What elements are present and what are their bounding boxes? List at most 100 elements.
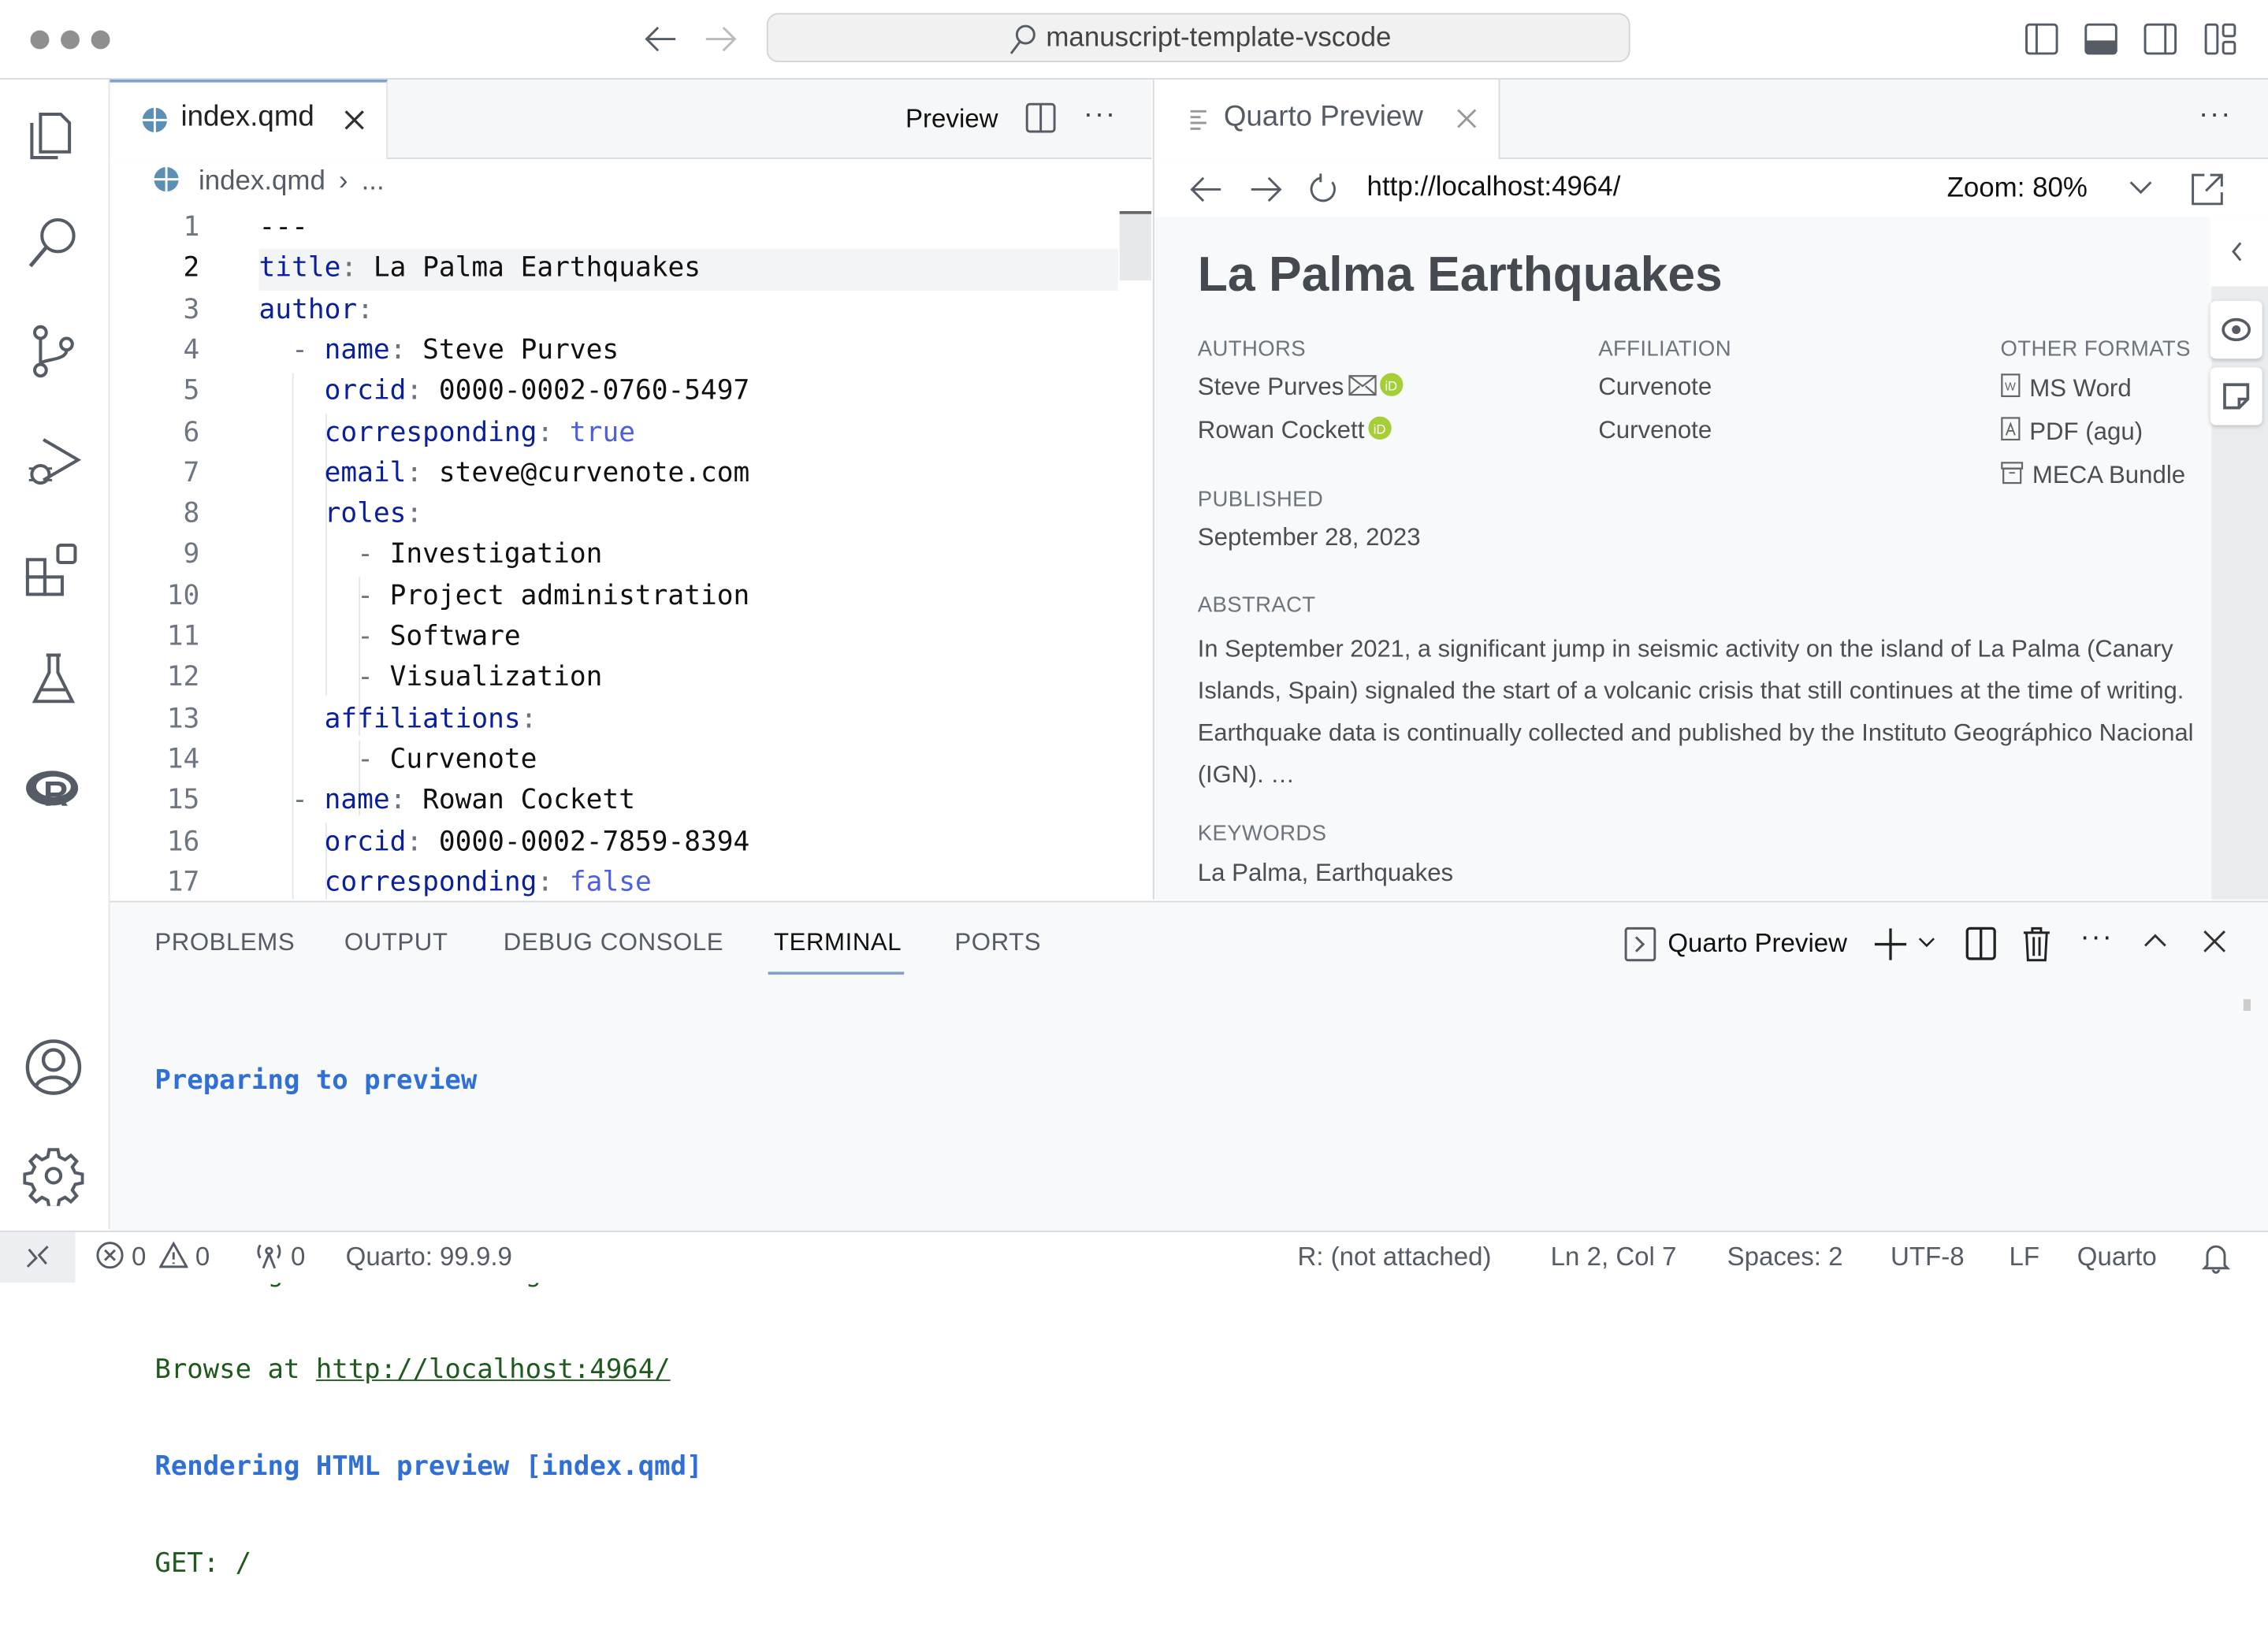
tab-debug-console[interactable]: DEBUG CONSOLE (504, 928, 723, 957)
code-line[interactable]: 2 title: La Palma Earthquakes (110, 249, 1107, 289)
close-window-button[interactable] (30, 30, 50, 50)
r-session-status[interactable]: R: (not attached) (1297, 1232, 1491, 1281)
orcid-icon[interactable]: iD (1368, 416, 1392, 440)
more-actions-icon[interactable]: ··· (2080, 921, 2113, 954)
maximize-window-button[interactable] (91, 30, 110, 50)
code-line[interactable]: 15 - name: Rowan Cockett (110, 782, 1107, 822)
more-actions-icon[interactable]: ··· (2199, 98, 2232, 132)
breadcrumb-symbol[interactable]: ... (362, 166, 385, 197)
minimize-window-button[interactable] (61, 30, 80, 50)
code-line[interactable]: 13 affiliations: (110, 700, 1107, 740)
line-number: 13 (166, 704, 200, 734)
yaml-key: title (258, 253, 341, 284)
r-language-icon[interactable]: R (23, 759, 84, 820)
split-editor-icon[interactable] (1025, 102, 1057, 134)
tab-problems[interactable]: PROBLEMS (154, 928, 295, 957)
back-arrow-icon[interactable] (1189, 175, 1224, 204)
tab-terminal[interactable]: TERMINAL (774, 928, 902, 957)
code-line[interactable]: 10 - Project administration (110, 577, 1107, 617)
accounts-icon[interactable] (23, 1037, 84, 1097)
remote-indicator[interactable] (0, 1231, 76, 1283)
close-tab-icon[interactable] (1456, 107, 1478, 130)
yaml-colon: : (357, 294, 374, 325)
notifications-bell-icon[interactable] (2201, 1242, 2231, 1274)
line-text: corresponding: false (259, 863, 652, 899)
testing-icon[interactable] (23, 649, 84, 710)
annotation-note-icon[interactable] (2210, 367, 2262, 425)
source-control-icon[interactable] (23, 321, 84, 381)
code-line[interactable]: 1 --- (110, 208, 1107, 248)
end-of-line[interactable]: LF (2010, 1232, 2040, 1281)
code-line[interactable]: 12 - Visualization (110, 659, 1107, 699)
code-editor[interactable]: 1 --- 2 title: La Palma Earthquakes 3 author:… (110, 208, 1152, 900)
line-number: 4 (183, 335, 200, 366)
terminal-scrollbar[interactable] (2243, 999, 2251, 1012)
code-line[interactable]: 9 - Investigation (110, 536, 1107, 576)
command-center-search[interactable]: manuscript-template-vscode (766, 13, 1630, 62)
preview-button[interactable]: Preview (905, 104, 998, 135)
close-panel-icon[interactable] (2203, 930, 2226, 952)
breadcrumb-file[interactable]: index.qmd (199, 166, 325, 197)
yaml-value: Visualization (389, 663, 603, 693)
code-line[interactable]: 16 orcid: 0000-0002-7859-8394 (110, 822, 1107, 862)
toggle-secondary-sidebar-icon[interactable] (2143, 23, 2178, 55)
indentation[interactable]: Spaces: 2 (1727, 1232, 1843, 1281)
code-line[interactable]: 4 - name: Steve Purves (110, 331, 1107, 371)
forward-arrow-icon[interactable] (1248, 175, 1283, 204)
trash-icon[interactable] (2022, 926, 2051, 964)
eye-icon[interactable] (2210, 300, 2262, 359)
language-mode[interactable]: Quarto (2077, 1232, 2157, 1281)
code-line[interactable]: 11 - Software (110, 618, 1107, 658)
explorer-icon[interactable] (23, 102, 84, 163)
code-line[interactable]: 7 email: steve@curvenote.com (110, 454, 1107, 494)
chevron-down-icon[interactable] (1918, 937, 1935, 949)
toggle-sidebar-button[interactable] (2210, 217, 2268, 287)
terminal-name[interactable]: Quarto Preview (1668, 928, 1847, 959)
maximize-panel-icon[interactable] (2143, 933, 2166, 947)
back-arrow-icon[interactable] (644, 23, 679, 54)
format-link-ms-word[interactable]: W MS Word (2000, 373, 2132, 404)
code-line[interactable]: 5 orcid: 0000-0002-0760-5497 (110, 372, 1107, 412)
line-text: - Investigation (259, 536, 602, 576)
tab-ports[interactable]: PORTS (954, 928, 1041, 957)
split-terminal-icon[interactable] (1965, 926, 1997, 962)
ports-indicator[interactable]: 0 (255, 1232, 305, 1281)
terminal-output[interactable]: Preparing to preview Watching files for … (154, 1001, 702, 1645)
reload-icon[interactable] (1307, 173, 1339, 205)
orcid-icon[interactable]: iD (1380, 373, 1404, 396)
code-line[interactable]: 3 author: (110, 290, 1107, 330)
cursor-position[interactable]: Ln 2, Col 7 (1551, 1232, 1677, 1281)
toggle-panel-icon[interactable] (2084, 23, 2119, 55)
tab-output[interactable]: OUTPUT (344, 928, 448, 957)
toggle-primary-sidebar-icon[interactable] (2025, 23, 2060, 55)
new-terminal-icon[interactable] (1874, 928, 1907, 960)
run-debug-icon[interactable] (23, 431, 84, 492)
chevron-down-icon[interactable] (2129, 180, 2152, 195)
yaml-key: name (324, 335, 390, 366)
quarto-version[interactable]: Quarto: 99.9.9 (346, 1232, 512, 1281)
tab-quarto-preview[interactable]: Quarto Preview (1154, 79, 1500, 159)
more-actions-icon[interactable]: ··· (1084, 98, 1117, 132)
code-line[interactable]: 6 corresponding: true (110, 413, 1107, 453)
code-line[interactable]: 14 - Curvenote (110, 741, 1107, 781)
settings-gear-icon[interactable] (23, 1146, 84, 1206)
extensions-icon[interactable] (23, 540, 84, 600)
encoding[interactable]: UTF-8 (1891, 1232, 1965, 1281)
terminal-link[interactable]: http://localhost:4964/ (316, 1355, 671, 1386)
forward-arrow-icon[interactable] (703, 23, 738, 54)
tab-index-qmd[interactable]: index.qmd (110, 79, 388, 159)
code-line[interactable]: 8 roles: (110, 495, 1107, 535)
email-icon[interactable] (1348, 374, 1378, 396)
code-line[interactable]: 17 corresponding: false (110, 863, 1107, 899)
url-input[interactable]: http://localhost:4964/ (1367, 172, 1621, 203)
line-number: 16 (166, 826, 200, 857)
problems-indicator[interactable]: 0 0 (95, 1232, 210, 1281)
zoom-select[interactable]: Zoom: 80% (1947, 173, 2088, 205)
editor-scrollbar[interactable] (1119, 210, 1152, 281)
search-icon[interactable] (23, 213, 84, 273)
close-tab-icon[interactable] (341, 107, 367, 133)
open-external-icon[interactable] (2190, 172, 2225, 206)
customize-layout-icon[interactable] (2204, 23, 2239, 55)
format-link-pdf[interactable]: PDF (agu) (2000, 417, 2143, 447)
format-link-meca[interactable]: MECA Bundle (2000, 462, 2185, 491)
